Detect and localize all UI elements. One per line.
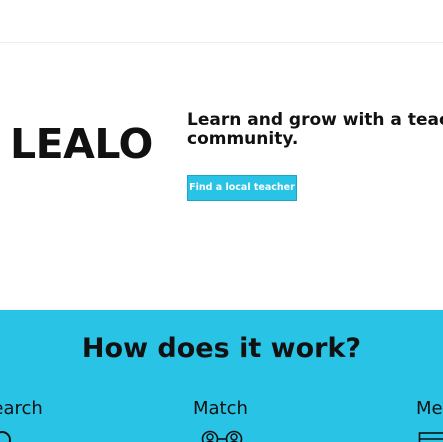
step-meet-label: Meet xyxy=(416,398,443,419)
hero-tagline: Learn and grow with a teacher community. xyxy=(187,110,443,149)
step-search-label: Search xyxy=(0,398,43,419)
top-navigation-bar xyxy=(0,0,443,43)
page: LEALO Learn and grow with a teacher comm… xyxy=(0,0,443,442)
how-it-works-section: How does it work? Search Match Meet xyxy=(0,310,443,442)
step-match-label: Match xyxy=(193,398,248,419)
calendar-icon xyxy=(418,432,443,442)
section-title: How does it work? xyxy=(81,333,362,364)
search-icon xyxy=(0,431,11,442)
find-teacher-button[interactable]: Find a local teacher xyxy=(187,175,297,201)
brand-logo: LEALO xyxy=(10,120,153,168)
people-match-icon xyxy=(201,430,243,442)
hero-section: LEALO Learn and grow with a teacher comm… xyxy=(0,43,443,310)
